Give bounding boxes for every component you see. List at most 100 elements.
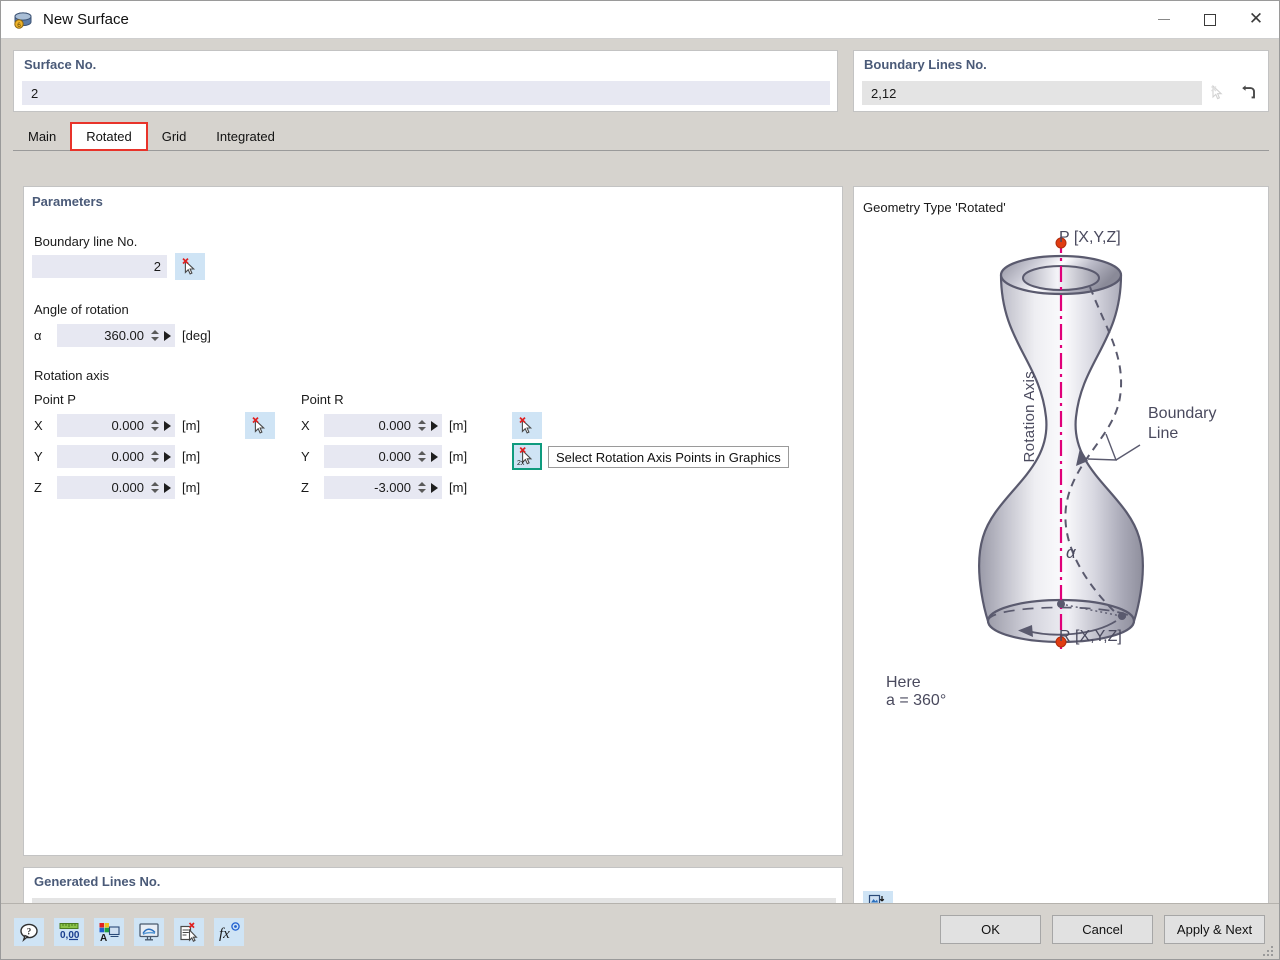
point-r-x-input[interactable]: 0.000 — [324, 414, 442, 437]
svg-text:A: A — [100, 933, 107, 942]
point-r-y-spinner[interactable] — [416, 447, 427, 467]
display-properties-icon[interactable]: A — [94, 918, 124, 946]
point-p-x-value: 0.000 — [111, 418, 144, 433]
tab-bar: Main Rotated Grid Integrated — [13, 122, 1269, 151]
point-p-z-label: Z — [34, 480, 42, 495]
surface-no-group: Surface No. 2 — [13, 50, 838, 112]
rotation-axis-label: Rotation axis — [34, 368, 110, 383]
point-p-z-input[interactable]: 0.000 — [57, 476, 175, 499]
svg-text:?: ? — [27, 927, 32, 937]
select-boundary-line-in-graphics-button[interactable] — [175, 253, 205, 280]
minimize-button[interactable] — [1141, 1, 1187, 38]
footer-button-group: OK Cancel Apply & Next — [940, 915, 1265, 944]
surface-no-title: Surface No. — [24, 57, 97, 72]
angle-spinner[interactable] — [149, 326, 160, 346]
tab-grid[interactable]: Grid — [146, 123, 202, 150]
select-point-r-in-graphics-button[interactable] — [512, 412, 542, 439]
point-r-x-label: X — [301, 418, 310, 433]
geometry-preview-panel: Geometry Type 'Rotated' P [X,Y,Z] R [X,Y… — [853, 186, 1269, 929]
point-r-label: Point R — [301, 392, 344, 407]
view-mode-icon[interactable] — [134, 918, 164, 946]
point-p-label-illustration: P [X,Y,Z] — [1059, 229, 1121, 246]
cancel-button[interactable]: Cancel — [1052, 915, 1153, 944]
boundary-line-value: 2 — [153, 259, 161, 274]
footer-icon-group: ? 0,00 A fx — [14, 918, 244, 946]
rotation-axis-label-illustration: Rotation Axis — [1021, 371, 1038, 463]
angle-input[interactable]: 360.00 — [57, 324, 175, 347]
alpha-label-illustration: α — [1066, 543, 1076, 562]
point-p-x-arrow-icon[interactable] — [160, 415, 174, 436]
formula-icon[interactable]: fx — [214, 918, 244, 946]
angle-dropdown-arrow-icon[interactable] — [160, 325, 174, 346]
comment-select-icon[interactable] — [174, 918, 204, 946]
point-r-y-label: Y — [301, 449, 310, 464]
ok-button[interactable]: OK — [940, 915, 1041, 944]
point-r-x-arrow-icon[interactable] — [427, 415, 441, 436]
point-r-x-unit: [m] — [449, 418, 468, 433]
generated-lines-title: Generated Lines No. — [34, 874, 161, 889]
apply-next-button[interactable]: Apply & Next — [1164, 915, 1265, 944]
select-point-p-in-graphics-button[interactable] — [245, 412, 275, 439]
tab-integrated[interactable]: Integrated — [201, 123, 290, 150]
point-r-x-value: 0.000 — [378, 418, 411, 433]
geometry-note-line-1: Here — [886, 674, 921, 691]
point-p-y-label: Y — [34, 449, 43, 464]
point-r-z-unit: [m] — [449, 480, 468, 495]
boundary-lines-title: Boundary Lines No. — [864, 57, 987, 72]
point-r-z-input[interactable]: -3.000 — [324, 476, 442, 499]
surface-icon: 6 — [12, 9, 34, 31]
svg-text:2x: 2x — [517, 460, 525, 467]
point-p-x-label: X — [34, 418, 43, 433]
boundary-line-input[interactable]: 2 — [32, 255, 167, 278]
undo-icon[interactable] — [1234, 81, 1261, 105]
tab-rotated[interactable]: Rotated — [70, 122, 148, 151]
boundary-lines-field[interactable]: 2,12 — [862, 81, 1202, 105]
boundary-line-label-illustration-2: Line — [1148, 425, 1179, 442]
point-p-z-unit: [m] — [182, 480, 201, 495]
boundary-line-label-illustration-1: Boundary — [1148, 405, 1217, 422]
geometry-illustration: P [X,Y,Z] R [X,Y,Z] Rotation Axis Bounda… — [854, 221, 1268, 891]
resize-grip[interactable] — [1263, 944, 1275, 956]
rotation-axis-tooltip: Select Rotation Axis Points in Graphics — [548, 446, 789, 468]
boundary-line-label: Boundary line No. — [34, 234, 138, 249]
point-p-z-arrow-icon[interactable] — [160, 477, 174, 498]
point-p-y-input[interactable]: 0.000 — [57, 445, 175, 468]
boundary-lines-group: Boundary Lines No. 2,12 — [853, 50, 1269, 112]
tab-main[interactable]: Main — [13, 123, 72, 150]
title-bar: 6 New Surface ✕ — [1, 1, 1279, 39]
point-p-y-unit: [m] — [182, 449, 201, 464]
angle-value: 360.00 — [104, 328, 144, 343]
point-p-z-spinner[interactable] — [149, 478, 160, 498]
help-icon[interactable]: ? — [14, 918, 44, 946]
new-surface-dialog: 6 New Surface ✕ Surface No. 2 Boundary L… — [0, 0, 1280, 960]
close-button[interactable]: ✕ — [1233, 1, 1279, 38]
point-p-x-input[interactable]: 0.000 — [57, 414, 175, 437]
select-rotation-axis-points-button[interactable]: 2x — [512, 443, 542, 470]
maximize-button[interactable] — [1187, 1, 1233, 38]
point-r-y-input[interactable]: 0.000 — [324, 445, 442, 468]
point-p-label: Point P — [34, 392, 76, 407]
point-p-x-spinner[interactable] — [149, 416, 160, 436]
svg-text:fx: fx — [219, 926, 230, 942]
point-r-y-unit: [m] — [449, 449, 468, 464]
point-p-y-value: 0.000 — [111, 449, 144, 464]
point-r-y-arrow-icon[interactable] — [427, 446, 441, 467]
point-r-z-spinner[interactable] — [416, 478, 427, 498]
point-r-x-spinner[interactable] — [416, 416, 427, 436]
dialog-body: Surface No. 2 Boundary Lines No. 2,12 Ma… — [1, 39, 1279, 929]
window-title: New Surface — [43, 11, 129, 28]
parameters-panel: Parameters Boundary line No. 2 Angle of … — [23, 186, 843, 856]
point-p-y-arrow-icon[interactable] — [160, 446, 174, 467]
point-r-z-label: Z — [301, 480, 309, 495]
point-r-label-illustration: R [X,Y,Z] — [1059, 628, 1122, 645]
footer-bar: ? 0,00 A fx OK Cancel Apply & Next — [1, 903, 1279, 959]
geometry-type-title: Geometry Type 'Rotated' — [863, 200, 1006, 215]
select-lines-cursor-icon[interactable] — [1204, 81, 1231, 105]
point-r-z-arrow-icon[interactable] — [427, 477, 441, 498]
units-decimals-icon[interactable]: 0,00 — [54, 918, 84, 946]
point-p-z-value: 0.000 — [111, 480, 144, 495]
boundary-lines-buttons — [1204, 81, 1261, 105]
angle-of-rotation-label: Angle of rotation — [34, 302, 129, 317]
surface-no-field[interactable]: 2 — [22, 81, 830, 105]
point-p-y-spinner[interactable] — [149, 447, 160, 467]
